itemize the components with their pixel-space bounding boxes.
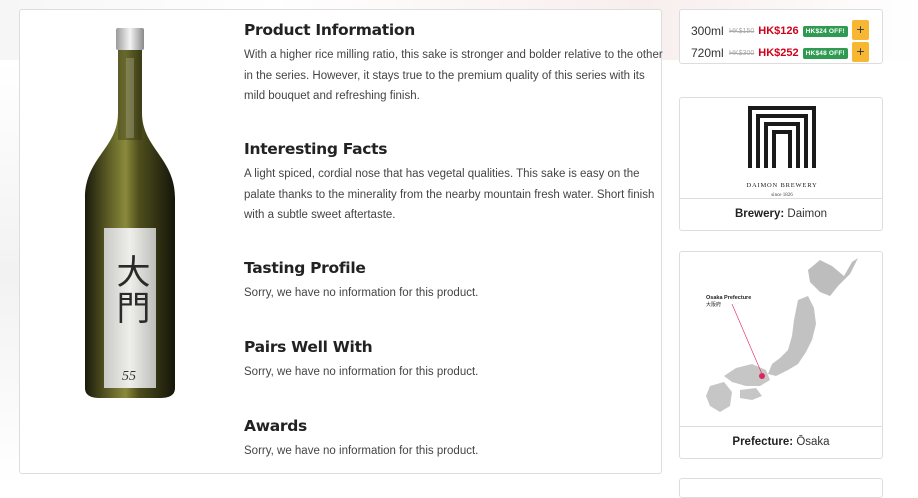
price-size: 720ml	[691, 46, 724, 60]
brewery-label: Brewery:	[734, 208, 785, 220]
section-tasting-profile: Tasting Profile Sorry, we have no inform…	[244, 259, 664, 304]
discount-badge: HK$24 OFF!	[802, 25, 848, 37]
brewery-card[interactable]: DAIMON BREWERY since 1826 Brewery: Daimo…	[679, 97, 883, 231]
section-title: Awards	[244, 417, 307, 435]
section-title: Tasting Profile	[244, 259, 366, 277]
price-size: 300ml	[691, 24, 724, 38]
sale-price: HK$126	[758, 25, 799, 37]
price-options-card: 300ml HK$150 HK$126 HK$24 OFF! + 720ml H…	[679, 9, 883, 64]
next-sidebar-card	[679, 478, 883, 498]
product-bottle-image: 大門 55	[80, 18, 180, 398]
section-body: Sorry, we have no information for this p…	[244, 366, 479, 378]
section-body: Sorry, we have no information for this p…	[244, 445, 479, 457]
prefecture-label: Prefecture:	[732, 436, 794, 448]
brewery-logo-name: DAIMON BREWERY	[746, 182, 818, 189]
prefecture-card[interactable]: Osaka Prefecture 大阪府 Prefecture: Ōsaka	[679, 251, 883, 459]
section-pairs-well-with: Pairs Well With Sorry, we have no inform…	[244, 338, 664, 383]
prefecture-caption: Prefecture: Ōsaka	[680, 426, 882, 458]
map-label-jp: 大阪府	[706, 301, 721, 308]
section-body: A light spiced, cordial nose that has ve…	[244, 168, 655, 221]
section-interesting-facts: Interesting Facts A light spiced, cordia…	[244, 140, 664, 226]
discount-badge: HK$48 OFF!	[802, 47, 848, 59]
price-option-720ml: 720ml HK$300 HK$252 HK$48 OFF!	[691, 43, 848, 63]
add-to-cart-button-720ml[interactable]: +	[852, 42, 869, 62]
page-background-left	[0, 60, 19, 485]
brewery-caption: Brewery: Daimon	[680, 198, 882, 230]
price-option-300ml: 300ml HK$150 HK$126 HK$24 OFF!	[691, 21, 848, 41]
brewery-gate-logo-icon	[748, 106, 816, 168]
product-details-card: 大門 55 Product Information With a higher …	[19, 9, 664, 474]
add-to-cart-button-300ml[interactable]: +	[852, 20, 869, 40]
section-title: Pairs Well With	[244, 338, 373, 356]
brewery-logo: DAIMON BREWERY since 1826	[740, 104, 824, 198]
section-title: Interesting Facts	[244, 140, 388, 158]
brewery-value: Daimon	[787, 208, 828, 220]
bottle-label-kanji: 大門	[110, 254, 150, 326]
prefecture-value: Ōsaka	[796, 436, 830, 448]
section-title: Product Information	[244, 21, 415, 39]
sale-price: HK$252	[758, 47, 799, 59]
section-awards: Awards Sorry, we have no information for…	[244, 417, 664, 462]
section-product-information: Product Information With a higher rice m…	[244, 21, 664, 107]
bottle-label-number: 55	[122, 369, 136, 384]
map-label-en: Osaka Prefecture	[706, 295, 751, 301]
section-body: Sorry, we have no information for this p…	[244, 287, 479, 299]
original-price: HK$300	[729, 49, 755, 57]
japan-map-icon: Osaka Prefecture 大阪府	[706, 258, 858, 412]
original-price: HK$150	[729, 27, 755, 35]
section-body: With a higher rice milling ratio, this s…	[244, 49, 663, 102]
